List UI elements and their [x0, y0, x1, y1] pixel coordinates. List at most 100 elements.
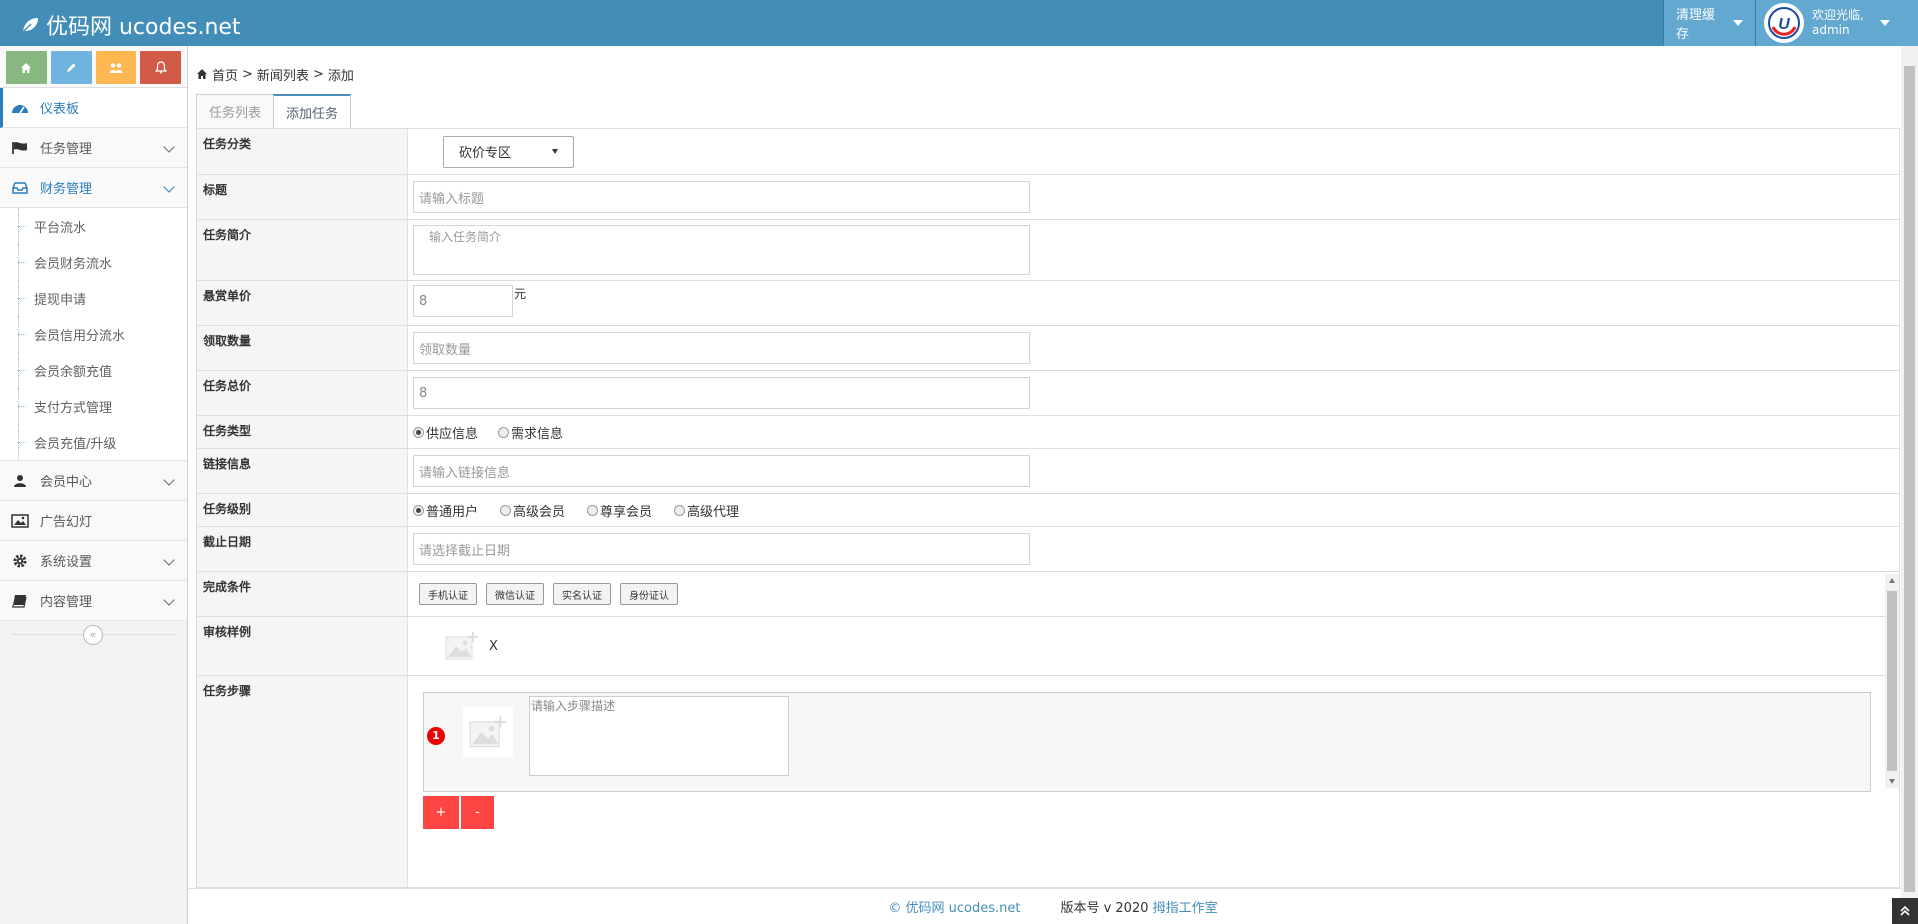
sidebar-item-tasks[interactable]: 任务管理: [0, 128, 187, 168]
field-label: 审核样例: [197, 617, 408, 675]
user-menu[interactable]: U 欢迎光临, admin: [1755, 0, 1918, 46]
collapse-sidebar-button[interactable]: «: [83, 625, 103, 645]
sidebar-item-label: 会员中心: [40, 475, 93, 490]
radio-label: 需求信息: [511, 426, 564, 442]
sidebar-item-label: 仪表板: [40, 102, 80, 117]
submenu-item[interactable]: 会员财务流水: [0, 244, 187, 280]
inner-scrollbar[interactable]: [1885, 574, 1899, 788]
brand-text: 优码网 ucodes.net: [46, 15, 241, 40]
remove-step-button[interactable]: -: [461, 796, 494, 829]
form-row-sample: 审核样例 X: [197, 617, 1899, 676]
quantity-input[interactable]: 领取数量: [413, 332, 1030, 364]
back-to-top-button[interactable]: [1892, 898, 1918, 924]
chevron-down-icon: [163, 594, 175, 606]
picture-icon: [11, 513, 29, 528]
bell-shortcut-button[interactable]: [140, 51, 181, 84]
link-input[interactable]: 请输入链接信息: [413, 455, 1030, 487]
submenu-item[interactable]: 会员余额充值: [0, 352, 187, 388]
gear-icon: [13, 554, 27, 567]
footer-version: 版本号 v 2020 拇指工作室: [1060, 897, 1217, 916]
radio-label: 供应信息: [426, 426, 479, 442]
tab-bar: 任务列表 添加任务: [196, 94, 352, 129]
radio-icon: [587, 504, 599, 516]
form-row-quantity: 领取数量 领取数量: [197, 326, 1899, 371]
level-radio-agent[interactable]: 高级代理: [674, 501, 739, 520]
home-shortcut-button[interactable]: [6, 51, 47, 84]
step-image-upload[interactable]: [463, 707, 513, 757]
sidebar-item-dashboard[interactable]: 仪表板: [0, 88, 187, 128]
add-step-button[interactable]: +: [423, 796, 459, 829]
phone-verify-button[interactable]: 手机认证: [419, 583, 477, 605]
realname-verify-button[interactable]: 实名认证: [553, 583, 611, 605]
field-label: 领取数量: [197, 326, 408, 370]
upload-image-button[interactable]: [443, 628, 481, 664]
field-label: 悬赏单价: [197, 281, 408, 325]
wechat-verify-button[interactable]: 微信认证: [486, 583, 544, 605]
clear-cache-button[interactable]: 清理缓存: [1663, 0, 1755, 46]
level-radio-premium[interactable]: 尊享会员: [587, 501, 652, 520]
field-label: 任务类型: [197, 416, 408, 448]
idcard-verify-button[interactable]: 身份证认: [620, 583, 678, 605]
level-radio-senior[interactable]: 高级会员: [500, 501, 565, 520]
avatar: U: [1764, 3, 1804, 43]
breadcrumb-list[interactable]: 新闻列表: [257, 65, 309, 84]
intro-textarea[interactable]: 输入任务简介: [413, 225, 1030, 275]
sidebar-item-label: 财务管理: [40, 182, 93, 197]
sidebar-item-content[interactable]: 内容管理: [0, 581, 187, 621]
page-scrollbar[interactable]: [1901, 46, 1918, 924]
caret-down-icon: [1879, 20, 1890, 26]
sidebar: 仪表板 任务管理 财务管理 平台流水 会员财务流水 提现申请 会员信用分流水 会…: [0, 46, 188, 924]
studio-link[interactable]: 拇指工作室: [1153, 901, 1218, 916]
submenu-item[interactable]: 支付方式管理: [0, 388, 187, 424]
step-number-badge: 1: [427, 727, 445, 745]
home-icon: [197, 69, 207, 79]
field-label: 任务步骤: [197, 676, 408, 887]
sidebar-item-ads[interactable]: 广告幻灯: [0, 501, 187, 541]
users-shortcut-button[interactable]: [95, 51, 137, 84]
sidebar-item-label: 任务管理: [40, 142, 93, 157]
pencil-shortcut-button[interactable]: [50, 51, 92, 84]
level-radio-normal[interactable]: 普通用户: [413, 501, 478, 520]
sidebar-item-members[interactable]: 会员中心: [0, 461, 187, 501]
submenu-item[interactable]: 平台流水: [0, 208, 187, 244]
form-row-steps: 任务步骤 1 请输入步骤描述 + -: [197, 676, 1899, 887]
field-label: 任务总价: [197, 371, 408, 415]
sidebar-item-label: 内容管理: [40, 595, 93, 610]
type-radio-supply[interactable]: 供应信息: [413, 423, 478, 442]
username: admin: [1812, 23, 1850, 37]
form-row-category: 任务分类 砍价专区: [197, 129, 1899, 175]
step-description-textarea[interactable]: 请输入步骤描述: [529, 696, 789, 776]
category-selected-value: 砍价专区: [459, 146, 512, 161]
category-select[interactable]: 砍价专区: [443, 135, 574, 168]
tab-task-list[interactable]: 任务列表: [196, 94, 275, 128]
unit-price-input[interactable]: 8: [413, 285, 513, 317]
tab-add-task[interactable]: 添加任务: [273, 94, 352, 129]
footer: © 优码网 ucodes.net 版本号 v 2020 拇指工作室: [188, 888, 1918, 924]
sidebar-item-settings[interactable]: 系统设置: [0, 541, 187, 581]
submenu-item[interactable]: 会员充值/升级: [0, 424, 187, 460]
sidebar-item-label: 系统设置: [40, 555, 93, 570]
field-label: 任务简介: [197, 220, 408, 280]
main-content: 首页 > 新闻列表 > 添加 任务列表 添加任务 任务分类 砍价专区 标题 请输…: [188, 46, 1918, 924]
breadcrumb-home[interactable]: 首页: [212, 65, 238, 84]
title-input[interactable]: 请输入标题: [413, 181, 1030, 213]
total-price-input[interactable]: 8: [413, 377, 1030, 409]
radio-icon: [500, 504, 512, 516]
chevron-down-icon: [163, 141, 175, 153]
form-row-type: 任务类型 供应信息 需求信息: [197, 416, 1899, 449]
footer-copyright[interactable]: © 优码网 ucodes.net: [888, 897, 1020, 916]
remove-sample-button[interactable]: X: [489, 639, 498, 654]
deadline-date-input[interactable]: 请选择截止日期: [413, 533, 1030, 565]
sidebar-item-finance[interactable]: 财务管理: [0, 168, 187, 208]
field-label: 任务分类: [197, 129, 408, 174]
chevron-down-icon: [163, 474, 175, 486]
type-radio-demand[interactable]: 需求信息: [498, 423, 563, 442]
inbox-icon: [12, 181, 28, 194]
user-icon: [14, 474, 26, 487]
task-form: 任务分类 砍价专区 标题 请输入标题 任务简介 输入任务简介 悬赏单价 8 元: [196, 128, 1900, 888]
finance-submenu: 平台流水 会员财务流水 提现申请 会员信用分流水 会员余额充值 支付方式管理 会…: [0, 208, 187, 461]
submenu-item[interactable]: 提现申请: [0, 280, 187, 316]
brand[interactable]: 优码网 ucodes.net: [20, 9, 241, 41]
submenu-item[interactable]: 会员信用分流水: [0, 316, 187, 352]
radio-icon: [498, 426, 510, 438]
